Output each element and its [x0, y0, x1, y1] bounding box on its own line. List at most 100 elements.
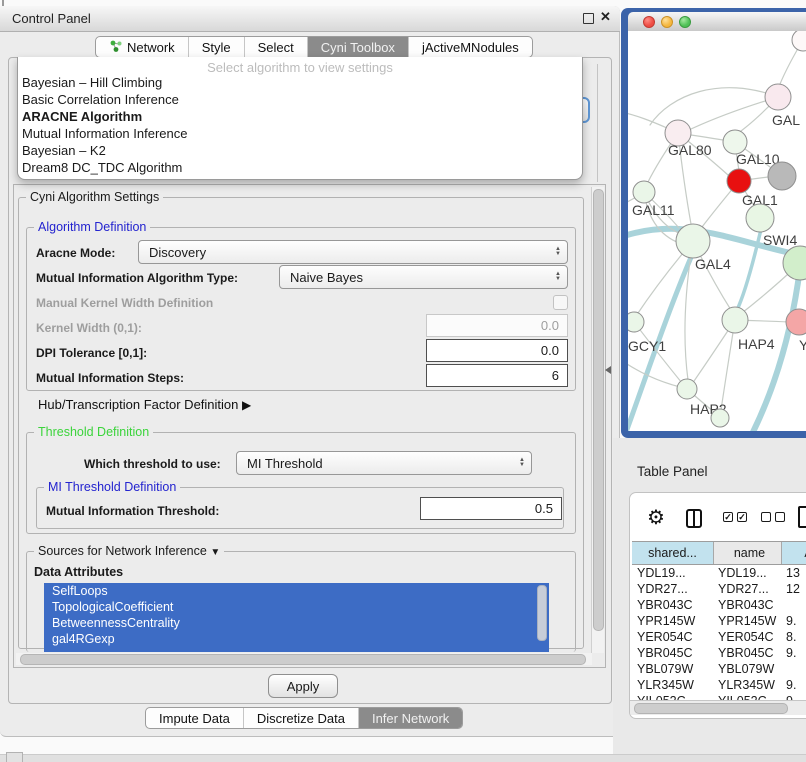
mi-algorithm-type-select[interactable]: Naive Bayes ▲▼: [279, 265, 568, 289]
table-panel-card: ⚙ ✓✓ shared...nameA YDL19...YDL19...13YD…: [629, 492, 806, 719]
table-horizontal-scrollbar[interactable]: [630, 700, 806, 715]
attribute-item[interactable]: gal4RGexp: [44, 631, 549, 647]
tab-jactivemnodules[interactable]: jActiveMNodules: [409, 37, 532, 57]
settings-horizontal-scrollbar[interactable]: [16, 653, 592, 665]
algorithm-option[interactable]: Dream8 DC_TDC Algorithm: [18, 159, 582, 176]
tab-infer-network[interactable]: Infer Network: [359, 708, 462, 728]
attribute-item[interactable]: SelfLoops: [44, 583, 549, 599]
network-node-gal11[interactable]: [633, 181, 655, 203]
algorithm-definition-title: Algorithm Definition: [34, 220, 150, 234]
algorithm-option[interactable]: Basic Correlation Inference: [18, 91, 582, 108]
unchecked-pair-icon[interactable]: [761, 512, 785, 522]
screenshot-stage: Control Panel ✕ Network StyleSelectCyni T…: [0, 0, 806, 762]
tab-impute-data[interactable]: Impute Data: [146, 708, 244, 728]
popup-placeholder: Select algorithm to view settings: [18, 57, 582, 74]
network-node-gal4[interactable]: [676, 224, 710, 258]
kernel-width-field[interactable]: 0.0: [426, 314, 568, 337]
table-cell: [782, 597, 806, 613]
minimize-traffic-light[interactable]: [661, 16, 673, 28]
column-header[interactable]: shared...: [632, 542, 714, 564]
network-node-hap2[interactable]: [677, 379, 697, 399]
mi-steps-label: Mutual Information Steps:: [36, 371, 184, 385]
tab-select[interactable]: Select: [245, 37, 308, 57]
table-row[interactable]: YBR043CYBR043C: [632, 597, 806, 613]
network-canvas[interactable]: GALGAL80GAL10GAL1GAL11SWI4GAL4GCY1HAP4YH…: [628, 31, 806, 431]
settings-vertical-scrollbar[interactable]: [591, 187, 604, 653]
table-cell: 9.: [782, 613, 806, 629]
float-window-icon[interactable]: [583, 13, 594, 24]
table-cell: YLR345W: [714, 677, 782, 693]
algorithm-option[interactable]: Mutual Information Inference: [18, 125, 582, 142]
cyni-mode-tabbar: Impute DataDiscretize DataInfer Network: [145, 707, 463, 729]
data-attributes-list[interactable]: SelfLoopsTopologicalCoefficientBetweenne…: [44, 583, 549, 652]
table-cell: YDL19...: [632, 565, 714, 581]
which-threshold-select[interactable]: MI Threshold ▲▼: [236, 451, 532, 475]
attributes-list-scrollbar[interactable]: [537, 585, 547, 641]
table-row[interactable]: YBL079WYBL079W: [632, 661, 806, 677]
window-title: Control Panel: [12, 11, 91, 26]
stepper-icon: ▲▼: [513, 452, 531, 474]
attribute-item[interactable]: TopologicalCoefficient: [44, 599, 549, 615]
table-cell: YBL079W: [714, 661, 782, 677]
sources-title[interactable]: Sources for Network Inference ▼: [34, 544, 224, 558]
algorithm-option[interactable]: Bayesian – K2: [18, 142, 582, 159]
network-node[interactable]: [768, 162, 796, 190]
table-cell: YDR27...: [632, 581, 714, 597]
aracne-mode-select[interactable]: Discovery ▲▼: [138, 240, 568, 264]
manual-kernel-checkbox[interactable]: [553, 295, 568, 310]
column-header[interactable]: name: [714, 542, 782, 564]
table-header-row: shared...nameA: [632, 541, 806, 565]
table-row[interactable]: YER054CYER054C8.: [632, 629, 806, 645]
close-icon[interactable]: ✕: [600, 9, 611, 25]
which-threshold-value: MI Threshold: [247, 456, 323, 471]
expand-right-icon: ▶: [242, 398, 251, 412]
network-node-hap4[interactable]: [722, 307, 748, 333]
mi-threshold-field[interactable]: 0.5: [420, 497, 562, 520]
which-threshold-label: Which threshold to use:: [84, 457, 221, 471]
stepper-icon: ▲▼: [549, 266, 567, 288]
tab-cyni-toolbox[interactable]: Cyni Toolbox: [308, 37, 409, 57]
network-edge: [721, 320, 735, 410]
algorithm-option[interactable]: ARACNE Algorithm: [18, 108, 582, 125]
network-window-titlebar[interactable]: [628, 12, 806, 32]
stepper-icon: ▲▼: [549, 241, 567, 263]
column-layout-icon[interactable]: [686, 509, 702, 528]
mi-steps-field[interactable]: 6: [426, 364, 568, 387]
table-row[interactable]: YPR145WYPR145W9.: [632, 613, 806, 629]
network-node-gal1[interactable]: [727, 169, 751, 193]
divider-collapse-arrow[interactable]: [605, 366, 611, 374]
tab-network[interactable]: Network: [96, 37, 189, 57]
control-panel-titlebar[interactable]: [0, 6, 620, 32]
network-node[interactable]: [792, 31, 806, 51]
node-label: GCY1: [628, 338, 666, 354]
close-traffic-light[interactable]: [643, 16, 655, 28]
gear-icon[interactable]: ⚙: [647, 505, 665, 530]
algorithm-option[interactable]: Bayesian – Hill Climbing: [18, 74, 582, 91]
table-row[interactable]: YBR045CYBR045C9.: [632, 645, 806, 661]
table-cell: [782, 661, 806, 677]
node-label: HAP4: [738, 336, 775, 352]
apply-button[interactable]: Apply: [268, 674, 338, 698]
column-header[interactable]: A: [782, 542, 806, 564]
table-row[interactable]: YLR345WYLR345W9.: [632, 677, 806, 693]
network-node-swi4[interactable]: [746, 204, 774, 232]
hub-definition-toggle[interactable]: Hub/Transcription Factor Definition ▶: [38, 397, 251, 412]
network-node[interactable]: [711, 409, 729, 427]
table-cell: YPR145W: [632, 613, 714, 629]
attribute-item[interactable]: BetweennessCentrality: [44, 615, 549, 631]
network-node-gcy1[interactable]: [628, 312, 644, 332]
mi-threshold-definition-title: MI Threshold Definition: [44, 480, 180, 494]
checked-pair-icon[interactable]: ✓✓: [723, 512, 747, 522]
cyni-algorithm-settings-title: Cyni Algorithm Settings: [26, 190, 163, 204]
document-icon[interactable]: [798, 506, 806, 528]
zoom-traffic-light[interactable]: [679, 16, 691, 28]
dpi-tolerance-field[interactable]: 0.0: [426, 339, 568, 362]
table-row[interactable]: YDR27...YDR27...12: [632, 581, 806, 597]
tab-discretize-data[interactable]: Discretize Data: [244, 708, 359, 728]
hidden-groupbox-edge: [597, 64, 598, 182]
network-node-gal[interactable]: [765, 84, 791, 110]
table-cell: 9.: [782, 677, 806, 693]
tab-style[interactable]: Style: [189, 37, 245, 57]
table-row[interactable]: YDL19...YDL19...13: [632, 565, 806, 581]
tab-label: Network: [127, 40, 175, 55]
